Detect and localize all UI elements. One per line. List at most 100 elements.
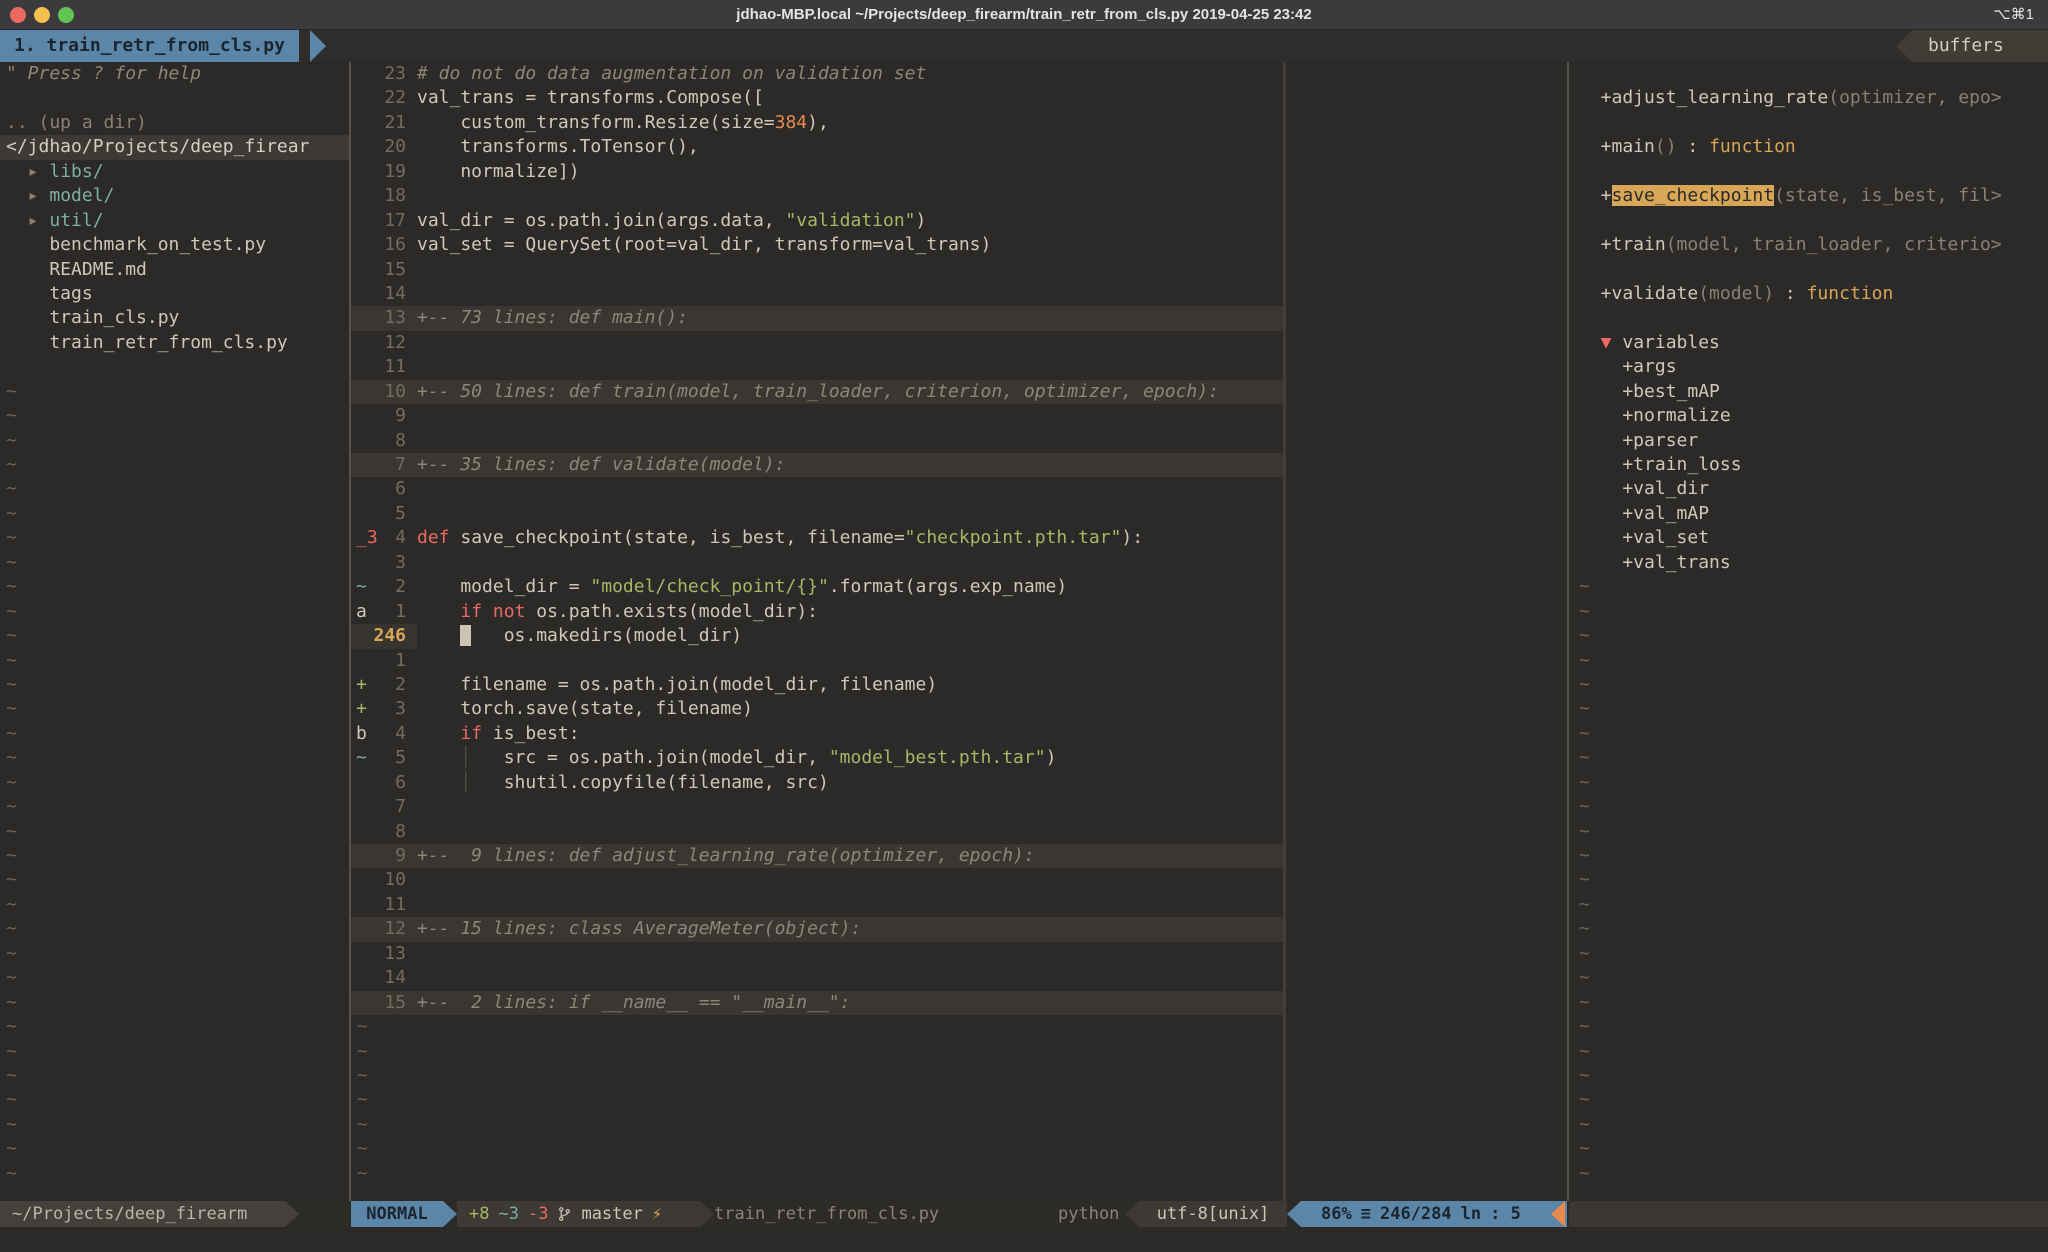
code-line[interactable]: ~2 model_dir = "model/check_point/{}".fo… (351, 575, 1567, 599)
nerdtree-item[interactable]: README.md (0, 258, 349, 282)
code-line[interactable]: 246 os.makedirs(model_dir) (351, 624, 1567, 648)
code-line[interactable]: 6 (351, 477, 1567, 501)
code-line[interactable]: 13 (351, 942, 1567, 966)
tagbar-row[interactable]: +adjust_learning_rate(optimizer, epo> (1569, 86, 2048, 110)
close-button[interactable] (10, 7, 26, 23)
tagbar-row[interactable]: +args (1569, 355, 2048, 379)
nerdtree-root-item[interactable]: </jdhao/Projects/deep_firear (0, 135, 349, 159)
code-line[interactable]: 7 (351, 795, 1567, 819)
line-text (406, 893, 417, 917)
code-line[interactable]: 3 (351, 551, 1567, 575)
line-number: 20 (373, 135, 406, 159)
gutter-sign-empty (351, 404, 373, 428)
code-line[interactable]: 6 │ shutil.copyfile(filename, src) (351, 771, 1567, 795)
nerdtree-item[interactable]: ▸ model/ (0, 184, 349, 208)
window-separator[interactable] (1567, 62, 1569, 1201)
statusline: ~/Projects/deep_firearm NORMAL +8~3-3 ma… (0, 1201, 2048, 1227)
nerdtree-item[interactable]: ▸ util/ (0, 209, 349, 233)
code-line[interactable]: 16val_set = QuerySet(root=val_dir, trans… (351, 233, 1567, 257)
empty-line-tilde: ~ (1569, 893, 2048, 917)
folded-line[interactable]: 9+-- 9 lines: def adjust_learning_rate(o… (351, 844, 1567, 868)
line-number: 6 (373, 477, 406, 501)
code-line[interactable]: 5 (351, 502, 1567, 526)
zoom-button[interactable] (58, 7, 74, 23)
tagbar-row[interactable]: +train_loss (1569, 453, 2048, 477)
folded-line[interactable]: 12+-- 15 lines: class AverageMeter(objec… (351, 917, 1567, 941)
code-line[interactable]: 15 (351, 258, 1567, 282)
code-line[interactable]: 11 (351, 893, 1567, 917)
tagbar-row[interactable]: +best_mAP (1569, 380, 2048, 404)
nerdtree-item[interactable]: " Press ? for help (0, 62, 349, 86)
line-number: 10 (373, 380, 406, 404)
nerdtree-item[interactable]: benchmark_on_test.py (0, 233, 349, 257)
code-line[interactable]: 18 (351, 184, 1567, 208)
folded-line[interactable]: 10+-- 50 lines: def train(model, train_l… (351, 380, 1567, 404)
tagbar-row[interactable]: +val_mAP (1569, 502, 2048, 526)
tagbar-row[interactable]: ▼ variables (1569, 331, 2048, 355)
line-text: +-- 2 lines: if __name__ == "__main__": (406, 991, 850, 1015)
nerdtree-item[interactable]: ▸ libs/ (0, 160, 349, 184)
line-text (406, 966, 417, 990)
column-position: : 5 (1490, 1201, 1521, 1227)
code-line[interactable]: 20 transforms.ToTensor(), (351, 135, 1567, 159)
folded-line[interactable]: 15+-- 2 lines: if __name__ == "__main__"… (351, 991, 1567, 1015)
line-number: 4 (373, 722, 406, 746)
folded-line[interactable]: 7+-- 35 lines: def validate(model): (351, 453, 1567, 477)
menubar: jdhao-MBP.local ~/Projects/deep_firearm/… (0, 0, 2048, 30)
code-line[interactable]: _34def save_checkpoint(state, is_best, f… (351, 526, 1567, 550)
active-buffer-tab[interactable]: 1. train_retr_from_cls.py (0, 30, 299, 62)
code-line[interactable]: a1 if not os.path.exists(model_dir): (351, 600, 1567, 624)
gutter-sign-empty (351, 331, 373, 355)
nerdtree-item[interactable]: train_cls.py (0, 306, 349, 330)
command-line[interactable] (0, 1227, 2048, 1252)
window-separator[interactable] (349, 62, 351, 1201)
line-number: 11 (373, 355, 406, 379)
code-line[interactable]: 19 normalize]) (351, 160, 1567, 184)
code-line[interactable]: +2 filename = os.path.join(model_dir, fi… (351, 673, 1567, 697)
nerdtree-window: " Press ? for help .. (up a dir)</jdhao/P… (0, 62, 349, 1201)
tagbar-row[interactable]: +normalize (1569, 404, 2048, 428)
gutter-sign: ~ (351, 746, 373, 770)
tagbar-row[interactable]: +train(model, train_loader, criterio> (1569, 233, 2048, 257)
code-line[interactable]: 10 (351, 868, 1567, 892)
nerdtree-item[interactable]: .. (up a dir) (0, 111, 349, 135)
code-line[interactable]: 14 (351, 966, 1567, 990)
tagbar-row[interactable]: +parser (1569, 429, 2048, 453)
folded-line[interactable]: 13+-- 73 lines: def main(): (351, 306, 1567, 330)
code-line[interactable]: b4 if is_best: (351, 722, 1567, 746)
code-line[interactable]: ~5 │ src = os.path.join(model_dir, "mode… (351, 746, 1567, 770)
tagbar-row (1569, 62, 2048, 86)
empty-line-tilde: ~ (0, 1015, 349, 1039)
tagbar-row[interactable]: +save_checkpoint(state, is_best, fil> (1569, 184, 2048, 208)
nerdtree-item[interactable]: tags (0, 282, 349, 306)
code-line[interactable]: 17val_dir = os.path.join(args.data, "val… (351, 209, 1567, 233)
code-line[interactable]: 1 (351, 649, 1567, 673)
code-line[interactable]: 8 (351, 429, 1567, 453)
code-line[interactable]: 23# do not do data augmentation on valid… (351, 62, 1567, 86)
empty-line-tilde: ~ (1569, 1064, 2048, 1088)
code-line[interactable]: 14 (351, 282, 1567, 306)
empty-line-tilde: ~ (1569, 1015, 2048, 1039)
tagbar-row[interactable]: +main() : function (1569, 135, 2048, 159)
code-line[interactable]: 9 (351, 404, 1567, 428)
line-text: │ shutil.copyfile(filename, src) (406, 771, 829, 795)
tagbar-row[interactable]: +val_set (1569, 526, 2048, 550)
code-line[interactable]: 8 (351, 820, 1567, 844)
gutter-sign-empty (351, 355, 373, 379)
powerline-arrow-icon (285, 1201, 299, 1227)
empty-line-tilde: ~ (0, 575, 349, 599)
code-line[interactable]: 12 (351, 331, 1567, 355)
minimize-button[interactable] (34, 7, 50, 23)
code-line[interactable]: 11 (351, 355, 1567, 379)
code-line[interactable]: 22val_trans = transforms.Compose([ (351, 86, 1567, 110)
code-line[interactable]: 21 custom_transform.Resize(size=384), (351, 111, 1567, 135)
tagbar-row[interactable]: +validate(model) : function (1569, 282, 2048, 306)
tagbar-row (1569, 258, 2048, 282)
nerdtree-item[interactable]: train_retr_from_cls.py (0, 331, 349, 355)
tagbar-row[interactable]: +val_dir (1569, 477, 2048, 501)
tagbar-row (1569, 306, 2048, 330)
tabline: 1. train_retr_from_cls.py buffers (0, 30, 2048, 62)
line-text (406, 184, 417, 208)
code-line[interactable]: +3 torch.save(state, filename) (351, 697, 1567, 721)
tagbar-row[interactable]: +val_trans (1569, 551, 2048, 575)
